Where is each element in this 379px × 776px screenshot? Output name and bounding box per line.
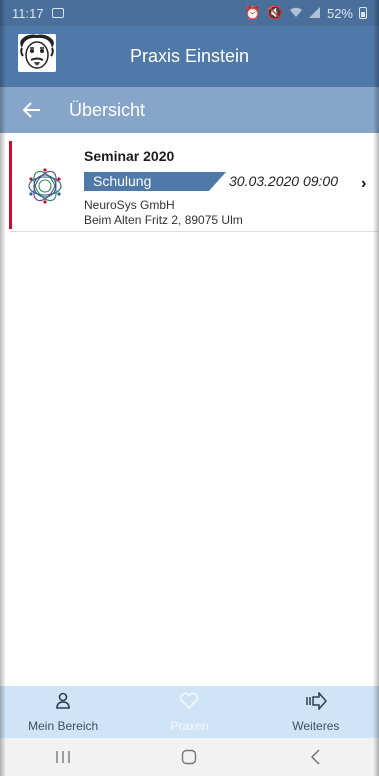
event-category-tag: Schulung bbox=[84, 172, 226, 191]
app-title: Praxis Einstein bbox=[129, 46, 250, 66]
event-card[interactable]: Seminar 2020 Schulung 30.03.2020 09:00 ›… bbox=[9, 139, 378, 232]
system-nav-bar bbox=[0, 738, 379, 776]
card-accent-bar bbox=[9, 141, 12, 229]
neurosys-logo-icon bbox=[26, 167, 64, 205]
sub-header: Übersicht bbox=[0, 87, 379, 133]
event-title: Seminar 2020 bbox=[84, 148, 175, 164]
event-address: Beim Alten Fritz 2, 89075 Ulm bbox=[84, 213, 243, 227]
tab-label: Praxen bbox=[170, 718, 209, 733]
home-icon[interactable] bbox=[169, 742, 209, 772]
signal-icon bbox=[308, 6, 321, 21]
alarm-icon: ⏰ bbox=[244, 5, 261, 20]
battery-percent: 52% bbox=[326, 5, 353, 21]
mute-icon: 🔇 bbox=[266, 5, 283, 20]
app-bar: Praxis Einstein bbox=[0, 26, 379, 87]
tab-mein-bereich[interactable]: Mein Bereich bbox=[0, 686, 126, 738]
event-date: 30.03.2020 09:00 bbox=[229, 173, 338, 189]
recent-apps-icon[interactable] bbox=[43, 742, 83, 772]
app-screen: 11:17 ⏰ 🔇 52% Praxis Einstein Übersicht … bbox=[0, 0, 379, 776]
more-arrow-icon bbox=[304, 690, 328, 715]
tab-weiteres[interactable]: Weiteres bbox=[253, 686, 379, 738]
event-list: Seminar 2020 Schulung 30.03.2020 09:00 ›… bbox=[0, 133, 379, 686]
tab-label: Mein Bereich bbox=[28, 718, 99, 733]
battery-icon bbox=[359, 7, 367, 19]
back-icon[interactable] bbox=[296, 742, 336, 772]
gallery-notification-icon bbox=[51, 8, 64, 18]
einstein-avatar-icon[interactable] bbox=[18, 34, 56, 72]
chevron-right-icon: › bbox=[361, 175, 367, 192]
status-time: 11:17 bbox=[12, 5, 44, 21]
bottom-tab-bar: Mein Bereich Praxen Weiteres bbox=[0, 686, 379, 738]
arrow-left-icon[interactable] bbox=[17, 95, 47, 125]
event-company: NeuroSys GmbH bbox=[84, 198, 175, 212]
tab-label: Weiteres bbox=[292, 718, 340, 733]
page-title: Übersicht bbox=[69, 99, 146, 120]
person-icon bbox=[54, 692, 72, 715]
heart-icon bbox=[179, 692, 199, 715]
tab-praxen[interactable]: Praxen bbox=[126, 686, 252, 738]
wifi-icon bbox=[289, 6, 303, 21]
status-bar: 11:17 ⏰ 🔇 52% bbox=[0, 0, 379, 26]
